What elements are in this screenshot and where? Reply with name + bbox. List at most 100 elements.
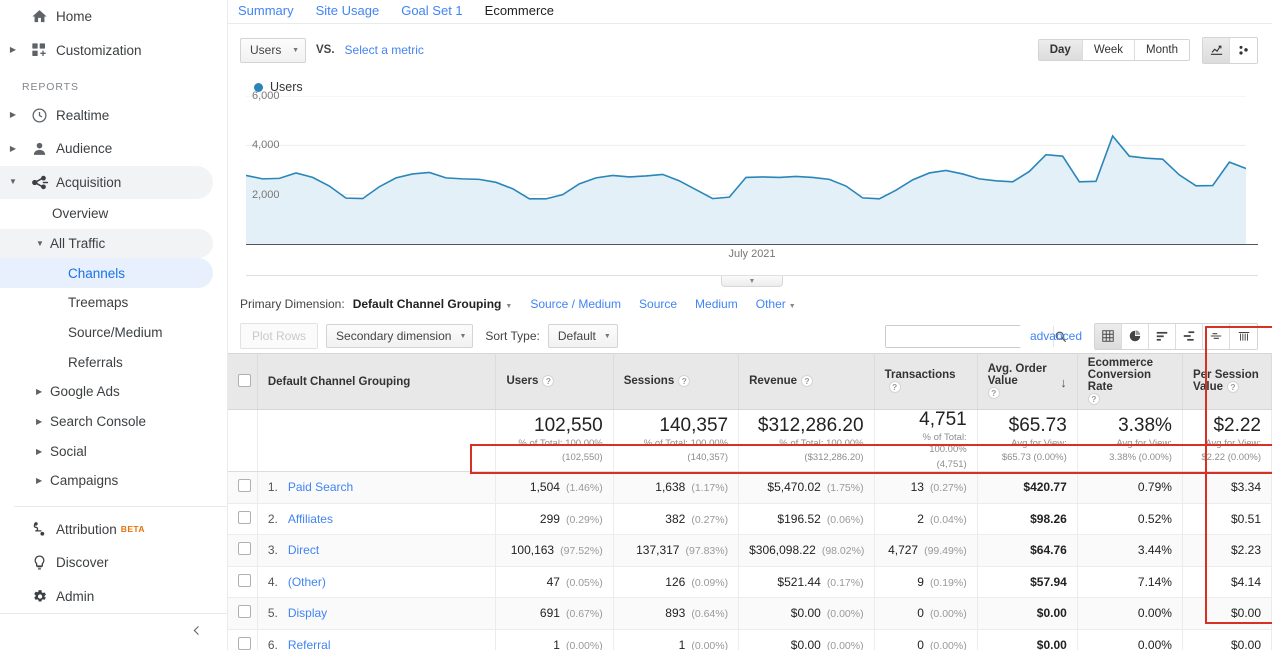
table-header-row: Default Channel Grouping Users? Sessions… — [228, 353, 1272, 410]
chevron-down-icon: ▼ — [603, 332, 611, 340]
row-channel-link[interactable]: Paid Search — [288, 480, 353, 494]
help-icon[interactable]: ? — [801, 375, 814, 388]
sidebar-item-realtime[interactable]: ▶ Realtime — [0, 99, 213, 132]
sidebar-item-search-console[interactable]: ▶ Search Console — [0, 407, 213, 437]
chevron-right-icon[interactable]: ▶ — [4, 144, 22, 153]
row-checkbox-cell — [228, 597, 258, 630]
tab-ecommerce[interactable]: Ecommerce — [485, 3, 554, 21]
row-checkbox[interactable] — [238, 542, 251, 556]
sidebar-item-discover[interactable]: Discover — [0, 546, 213, 579]
granularity-day[interactable]: Day — [1038, 40, 1083, 60]
row-checkbox[interactable] — [238, 510, 251, 524]
chevron-right-icon[interactable]: ▶ — [4, 46, 22, 54]
help-icon[interactable]: ? — [888, 381, 901, 394]
header-transactions[interactable]: Transactions? — [874, 353, 978, 410]
search-input[interactable] — [885, 325, 1053, 347]
sidebar-item-all-traffic[interactable]: ▼ All Traffic — [0, 228, 213, 259]
table-view-icon[interactable] — [1095, 323, 1122, 349]
performance-view-icon[interactable] — [1176, 323, 1203, 349]
sidebar-item-google-ads[interactable]: ▶ Google Ads — [0, 377, 213, 407]
line-chart-icon[interactable] — [1203, 37, 1230, 63]
sidebar-item-referrals[interactable]: Referrals — [0, 347, 213, 377]
row-checkbox[interactable] — [238, 479, 251, 493]
row-channel-link[interactable]: Referral — [288, 638, 331, 650]
chevron-right-icon[interactable]: ▶ — [4, 111, 22, 119]
table-row[interactable]: 1. Paid Search 1,504 (1.46%) 1,638 (1.17%) … — [228, 471, 1272, 504]
pivot-view-icon[interactable] — [1230, 323, 1257, 349]
header-users[interactable]: Users? — [495, 353, 614, 410]
table-row[interactable]: 4. (Other) 47 (0.05%) 126 (0.09%) $521.44 (0… — [228, 566, 1272, 598]
sidebar-item-social[interactable]: ▶ Social — [0, 436, 213, 466]
advanced-link[interactable]: advanced — [1030, 329, 1082, 343]
sidebar-item-audience[interactable]: ▶ Audience — [0, 132, 213, 165]
header-revenue[interactable]: Revenue? — [738, 353, 875, 410]
sidebar-collapse-button[interactable] — [0, 612, 227, 650]
row-channel-link[interactable]: Direct — [288, 543, 319, 557]
scatter-chart-icon[interactable] — [1230, 37, 1257, 63]
table-search[interactable] — [884, 324, 1066, 348]
sidebar-item-customization[interactable]: ▶ Customization — [0, 33, 213, 66]
row-channel-link[interactable]: (Other) — [288, 575, 326, 589]
select-a-metric-link[interactable]: Select a metric — [345, 43, 424, 57]
sidebar-item-home[interactable]: Home — [0, 0, 213, 33]
table-row[interactable]: 5. Display 691 (0.67%) 893 (0.64%) $0.00 (0.… — [228, 597, 1272, 630]
row-channel-link[interactable]: Display — [288, 606, 327, 620]
help-icon[interactable]: ? — [987, 387, 1000, 400]
help-icon[interactable]: ? — [1087, 393, 1100, 406]
header-per-session-value[interactable]: Per Session Value? — [1182, 353, 1272, 410]
row-checkbox[interactable] — [238, 605, 251, 619]
sort-type-select[interactable]: Default ▼ — [547, 324, 618, 348]
tab-summary[interactable]: Summary — [238, 3, 294, 21]
table-row[interactable]: 2. Affiliates 299 (0.29%) 382 (0.27%) $196.… — [228, 503, 1272, 535]
help-icon[interactable]: ? — [1227, 381, 1240, 394]
dimension-other[interactable]: Other ▼ — [756, 297, 796, 311]
chart-plot-area[interactable]: 2,000 4,000 6,000 — [246, 90, 1258, 244]
sort-descending-icon[interactable]: ↓ — [1060, 375, 1067, 390]
chevron-down-icon[interactable]: ▼ — [4, 178, 22, 186]
header-avg-order-value[interactable]: Avg. Order Value ↓? — [977, 353, 1078, 410]
sidebar-item-channels[interactable]: Channels — [0, 258, 213, 288]
dimension-medium[interactable]: Medium — [695, 297, 738, 311]
sidebar-item-campaigns[interactable]: ▶ Campaigns — [0, 466, 213, 496]
row-revenue-pct: (0.06%) — [826, 513, 864, 526]
secondary-dimension-select[interactable]: Secondary dimension ▼ — [326, 324, 474, 348]
row-checkbox[interactable] — [238, 573, 251, 587]
chevron-right-icon[interactable]: ▶ — [36, 447, 50, 456]
bar-view-icon[interactable] — [1149, 323, 1176, 349]
comparison-view-icon[interactable] — [1203, 323, 1230, 349]
sidebar-item-overview[interactable]: Overview — [0, 199, 213, 229]
chevron-right-icon[interactable]: ▶ — [36, 417, 50, 426]
metric-select[interactable]: Users ▼ — [240, 37, 306, 63]
table-row[interactable]: 3. Direct 100,163 (97.52%) 137,317 (97.83%)… — [228, 534, 1272, 567]
tab-site-usage[interactable]: Site Usage — [316, 3, 380, 21]
dimension-source[interactable]: Source — [639, 297, 677, 311]
header-sessions[interactable]: Sessions? — [613, 353, 740, 410]
row-users-value: 47 — [546, 574, 560, 589]
row-channel-link[interactable]: Affiliates — [288, 512, 333, 526]
help-icon[interactable]: ? — [542, 375, 555, 388]
primary-dimension-current[interactable]: Default Channel Grouping ▼ — [353, 297, 513, 311]
sidebar-item-source-medium[interactable]: Source/Medium — [0, 318, 213, 348]
sidebar-item-treemaps[interactable]: Treemaps — [0, 288, 213, 318]
tab-goal-set-1[interactable]: Goal Set 1 — [401, 3, 462, 21]
chevron-right-icon[interactable]: ▶ — [36, 387, 50, 396]
select-all-checkbox[interactable] — [238, 373, 251, 387]
pie-view-icon[interactable] — [1122, 323, 1149, 349]
granularity-week[interactable]: Week — [1082, 40, 1136, 60]
sidebar-item-admin[interactable]: Admin — [0, 579, 213, 612]
sidebar-item-attribution[interactable]: Attribution BETA — [0, 513, 213, 546]
row-checkbox[interactable] — [238, 636, 251, 650]
granularity-month[interactable]: Month — [1135, 40, 1189, 60]
totals-sub1: Avg for View: — [1116, 438, 1172, 450]
sidebar-item-label: Discover — [56, 555, 109, 571]
header-ecommerce-conversion-rate[interactable]: Ecommerce Conversion Rate? — [1077, 353, 1183, 410]
sidebar-item-acquisition[interactable]: ▼ Acquisition — [0, 165, 213, 199]
plot-rows-button[interactable]: Plot Rows — [240, 323, 319, 349]
chevron-down-icon[interactable]: ▼ — [36, 239, 50, 248]
chevron-right-icon[interactable]: ▶ — [36, 476, 50, 485]
chart-zoom-handle[interactable]: ▼ — [721, 276, 783, 287]
header-default-channel-grouping[interactable]: Default Channel Grouping — [257, 353, 497, 410]
table-row[interactable]: 6. Referral 1 (0.00%) 1 (0.00%) $0.00 (0.00%… — [228, 629, 1272, 650]
dimension-source-medium[interactable]: Source / Medium — [530, 297, 621, 311]
help-icon[interactable]: ? — [678, 375, 691, 388]
